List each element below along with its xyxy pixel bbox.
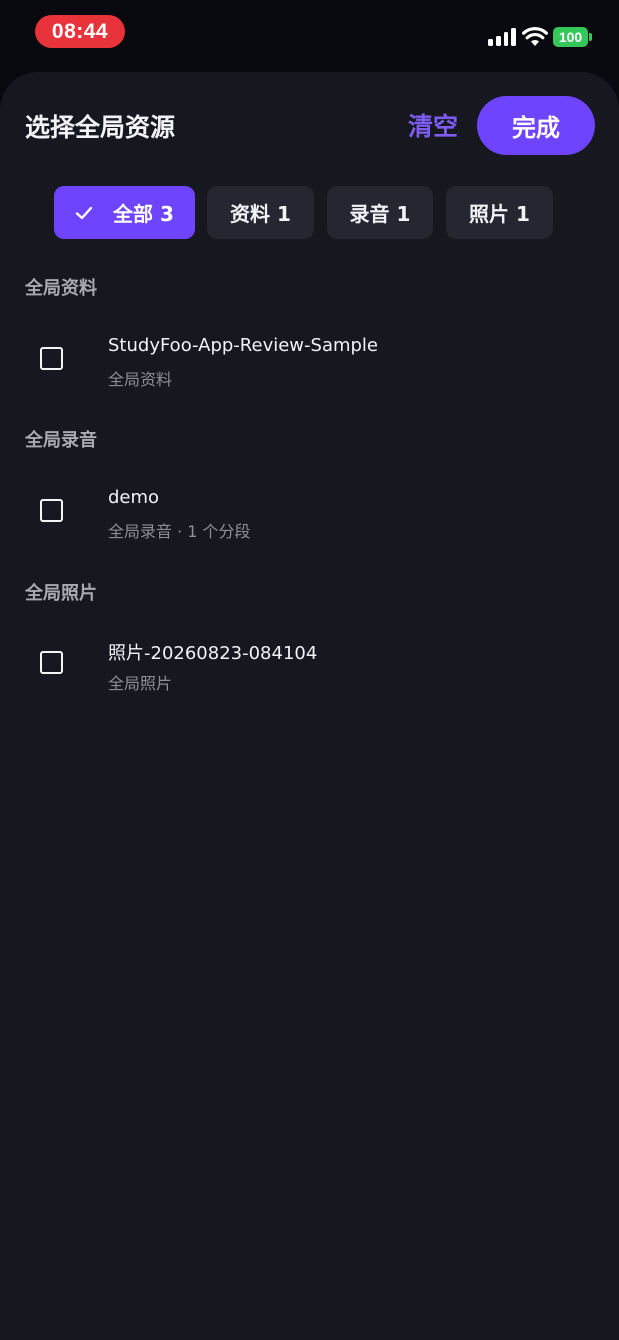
filter-chip-label: 照片 1 [469,202,530,226]
item-subtitle: 全局录音 · 1 个分段 [108,522,251,541]
filter-chip-label: 录音 1 [349,202,411,226]
filter-chip-label: 资料 1 [230,202,291,226]
list-item[interactable]: demo 全局录音 · 1 个分段 [0,476,619,556]
sheet-title: 选择全局资源 [25,113,176,142]
item-subtitle: 全局照片 [108,674,173,693]
filter-chip-documents[interactable]: 资料 1 [207,186,314,239]
clear-button[interactable]: 清空 [408,107,458,143]
battery-icon: 100 [553,27,593,47]
resource-picker-sheet: 选择全局资源 清空 完成 全部 3 资料 1 录音 1 照片 1 全局资料 St… [0,72,619,1340]
check-icon [75,206,93,219]
checkbox[interactable] [40,499,63,522]
section-header-documents: 全局资料 [25,278,97,299]
checkbox[interactable] [40,347,63,370]
list-item[interactable]: StudyFoo-App-Review-Sample 全局资料 [0,324,619,404]
filter-chip-all[interactable]: 全部 3 [54,186,195,239]
filter-chip-label: 全部 3 [113,202,174,226]
status-bar: 08:44 100 [0,0,619,72]
list-item[interactable]: 照片-20260823-084104 全局照片 [0,628,619,708]
item-title: 照片-20260823-084104 [108,643,318,664]
battery-level: 100 [553,27,588,47]
filter-chip-recordings[interactable]: 录音 1 [327,186,433,239]
item-subtitle: 全局资料 [108,370,173,389]
signal-icon [488,27,516,46]
status-time[interactable]: 08:44 [35,15,125,48]
section-header-photos: 全局照片 [25,583,97,604]
wifi-icon [522,27,548,46]
done-button[interactable]: 完成 [477,96,595,155]
item-title: demo [108,487,160,508]
filter-chip-photos[interactable]: 照片 1 [446,186,553,239]
item-title: StudyFoo-App-Review-Sample [108,335,379,356]
checkbox[interactable] [40,651,63,674]
section-header-recordings: 全局录音 [25,430,97,451]
